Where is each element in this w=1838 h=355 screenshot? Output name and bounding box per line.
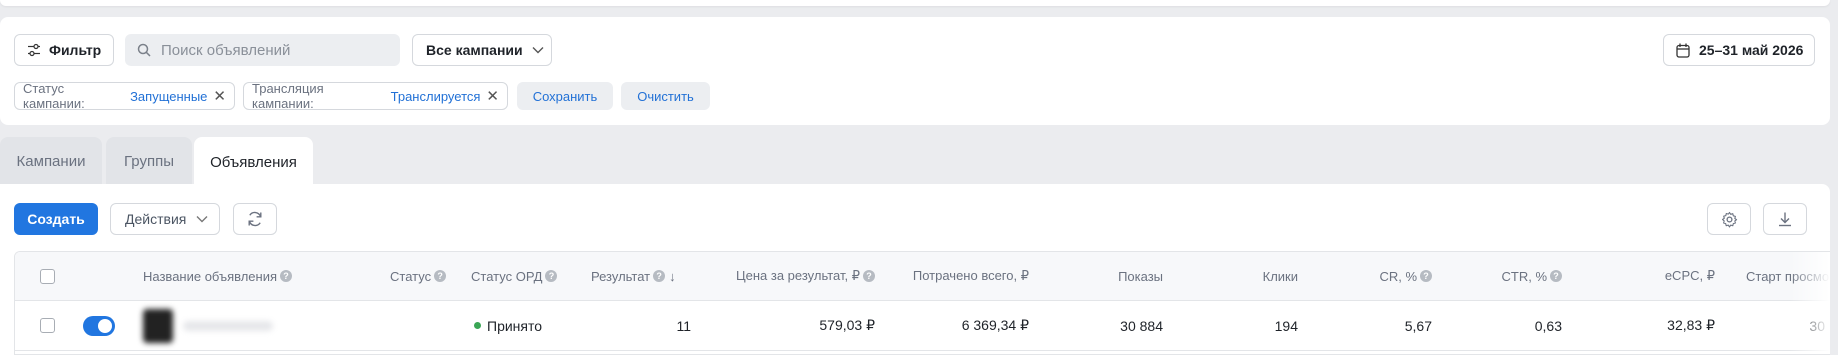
clear-filter-button[interactable]: Очистить [621, 82, 710, 110]
col-status-label: Статус [390, 268, 432, 284]
result-cell: 11 [676, 317, 691, 334]
col-ecpc[interactable]: eCPC, ₽ [1575, 252, 1715, 300]
status-dot-icon [474, 322, 481, 329]
row-select-cell [40, 301, 55, 350]
ord-status-cell: Принято [474, 301, 542, 350]
refresh-button[interactable] [233, 203, 277, 235]
table-settings-button[interactable] [1707, 203, 1751, 235]
actions-label: Действия [125, 211, 187, 227]
clicks-cell: 194 [1274, 317, 1298, 334]
select-all-checkbox[interactable] [40, 268, 55, 284]
campaigns-select[interactable]: Все кампании [412, 34, 552, 66]
col-ord-status-label: Статус ОРД [471, 268, 543, 284]
calendar-icon [1676, 43, 1690, 58]
tab-campaigns[interactable]: Кампании [0, 137, 102, 185]
table-overflow-fade [1790, 252, 1830, 354]
filter-button[interactable]: Фильтр [14, 34, 114, 66]
date-range-label: 25–31 май 2026 [1699, 42, 1804, 58]
search-icon [137, 43, 151, 57]
cr-cell: 5,67 [1404, 317, 1432, 334]
chip-value: Запущенные [130, 88, 208, 104]
close-icon[interactable]: ✕ [486, 89, 499, 104]
ads-panel: Создать Действия Название объявления ? С… [0, 184, 1830, 355]
refresh-icon [248, 211, 262, 227]
chip-label: Статус кампании: [23, 81, 85, 111]
tab-ads[interactable]: Объявления [194, 137, 313, 187]
actions-dropdown[interactable]: Действия [110, 203, 220, 235]
tab-groups[interactable]: Группы [106, 137, 192, 185]
save-filter-button[interactable]: Сохранить [517, 82, 613, 110]
filter-panel: Фильтр Все кампании 25–31 май 2026 Стату… [0, 17, 1830, 125]
create-button[interactable]: Создать [14, 203, 98, 235]
col-spent-total[interactable]: Потрачено всего, ₽ [885, 252, 1029, 300]
col-ctr[interactable]: CTR, % ? [1445, 252, 1562, 300]
help-icon[interactable]: ? [434, 270, 447, 282]
ad-name-redacted [183, 320, 273, 331]
date-range-picker[interactable]: 25–31 май 2026 [1663, 34, 1815, 66]
col-result[interactable]: Результат ? ↓ [591, 252, 676, 300]
select-all-cell [40, 252, 55, 300]
col-cr-label: CR, % [1379, 268, 1417, 284]
chevron-down-icon [196, 216, 208, 223]
table-row[interactable]: Принято 11 579,03 ₽ 6 369,34 ₽ 30 884 19… [15, 301, 1830, 351]
help-icon[interactable]: ? [863, 270, 875, 282]
ad-thumbnail [143, 308, 173, 343]
col-cr[interactable]: CR, % ? [1315, 252, 1432, 300]
help-icon[interactable]: ? [1420, 270, 1432, 282]
col-spent-label: Потрачено всего, ₽ [912, 268, 1029, 283]
ads-table: Название объявления ? Статус ? Статус ОР… [14, 251, 1830, 355]
help-icon[interactable]: ? [653, 270, 666, 282]
col-ord-status[interactable]: Статус ОРД ? [471, 252, 558, 300]
campaigns-select-value: Все кампании [426, 42, 523, 58]
col-price-label: Цена за результат, ₽ [736, 268, 860, 283]
ad-name-cell[interactable] [141, 301, 273, 350]
search-input[interactable] [161, 41, 391, 59]
sliders-icon [28, 43, 40, 57]
filter-button-label: Фильтр [49, 42, 102, 58]
gear-icon [1721, 211, 1737, 227]
ctr-cell: 0,63 [1534, 317, 1562, 334]
price-per-result-cell: 579,03 ₽ [819, 317, 875, 333]
row-checkbox[interactable] [40, 318, 55, 333]
chevron-down-icon [532, 47, 544, 54]
col-ecpc-label: eCPC, ₽ [1664, 268, 1715, 283]
chip-value: Транслируется [390, 88, 481, 104]
filter-chip-campaign-status: Статус кампании: Запущенные ✕ [14, 81, 235, 111]
filter-chip-campaign-broadcast: Трансляция кампании: Транслируется ✕ [243, 81, 508, 111]
col-price-per-result[interactable]: Цена за результат, ₽ ? [715, 252, 875, 300]
close-icon[interactable]: ✕ [213, 89, 226, 104]
download-button[interactable] [1763, 203, 1807, 235]
help-icon[interactable]: ? [545, 270, 558, 282]
help-icon[interactable]: ? [1550, 270, 1562, 282]
chip-label: Трансляция кампании: [252, 81, 324, 111]
col-status[interactable]: Статус ? [390, 252, 447, 300]
ord-status-value: Принято [487, 317, 543, 334]
ad-active-toggle[interactable] [83, 315, 115, 336]
top-panel-edge [0, 0, 1830, 6]
col-name[interactable]: Название объявления ? [143, 252, 293, 300]
spent-total-cell: 6 369,34 ₽ [961, 317, 1029, 333]
row-toggle-cell [83, 301, 115, 350]
col-impressions[interactable]: Показы [1055, 252, 1163, 300]
impressions-cell: 30 884 [1120, 317, 1163, 334]
table-header: Название объявления ? Статус ? Статус ОР… [15, 252, 1830, 301]
col-clicks[interactable]: Клики [1195, 252, 1298, 300]
col-impressions-label: Показы [1118, 268, 1163, 284]
col-result-label: Результат [591, 268, 651, 284]
sort-desc-icon[interactable]: ↓ [669, 269, 676, 284]
ecpc-cell: 32,83 ₽ [1667, 317, 1715, 333]
help-icon[interactable]: ? [280, 270, 293, 282]
download-icon [1779, 212, 1791, 227]
col-ctr-label: CTR, % [1501, 268, 1548, 284]
col-clicks-label: Клики [1262, 268, 1298, 284]
search-field[interactable] [125, 34, 400, 66]
col-name-label: Название объявления [143, 268, 278, 284]
